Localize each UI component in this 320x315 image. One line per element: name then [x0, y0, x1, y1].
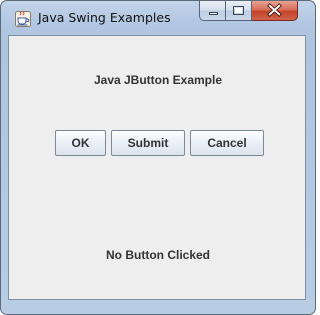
maximize-button[interactable]: [226, 1, 252, 21]
window-title: Java Swing Examples: [38, 10, 171, 25]
submit-button[interactable]: Submit: [111, 130, 185, 156]
app-window: Java Swing Examples Java JButton Example…: [0, 0, 316, 315]
close-button[interactable]: [252, 1, 298, 21]
content-panel: Java JButton Example OK Submit Cancel No…: [8, 35, 306, 300]
minimize-button[interactable]: [199, 1, 226, 21]
window-controls: [199, 1, 298, 22]
ok-button[interactable]: OK: [55, 130, 106, 156]
maximize-icon: [233, 6, 244, 15]
page-heading: Java JButton Example: [93, 73, 223, 87]
cancel-button[interactable]: Cancel: [190, 130, 264, 156]
minimize-icon: [209, 12, 218, 15]
status-label: No Button Clicked: [106, 248, 210, 262]
java-coffee-cup-icon[interactable]: [15, 11, 31, 27]
close-icon: [267, 3, 282, 17]
title-bar[interactable]: Java Swing Examples: [1, 1, 315, 35]
